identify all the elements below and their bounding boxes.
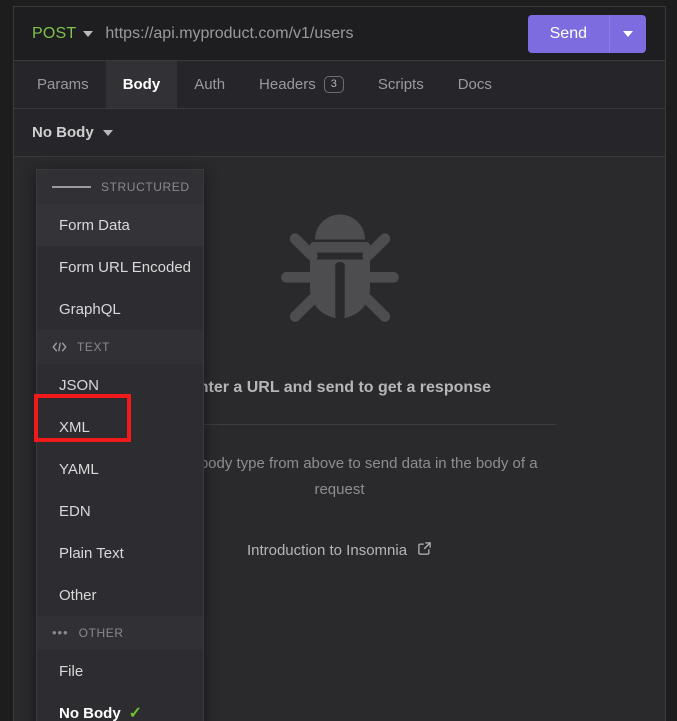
tab-label: Auth — [194, 76, 226, 93]
tab-auth[interactable]: Auth — [177, 61, 242, 108]
tab-label: Headers — [259, 76, 316, 93]
placeholder-headline: Enter a URL and send to get a response — [188, 379, 491, 396]
body-type-dropdown-menu: STRUCTURED Form Data Form URL Encoded Gr… — [36, 169, 204, 721]
tab-label: Params — [37, 76, 89, 93]
tab-docs[interactable]: Docs — [441, 61, 509, 108]
menu-item-xml[interactable]: XML — [37, 406, 203, 448]
url-bar: POST https://api.myproduct.com/v1/users … — [14, 7, 665, 61]
menu-item-file[interactable]: File — [37, 650, 203, 692]
insomnia-request-pane: POST https://api.myproduct.com/v1/users … — [13, 6, 666, 721]
url-input[interactable]: https://api.myproduct.com/v1/users — [105, 25, 527, 43]
menu-item-label: Plain Text — [59, 544, 124, 562]
tab-label: Scripts — [377, 76, 424, 93]
tab-headers[interactable]: Headers 3 — [242, 61, 361, 108]
send-options-button[interactable] — [609, 14, 646, 53]
menu-item-label: XML — [59, 418, 90, 436]
menu-item-yaml[interactable]: YAML — [37, 448, 203, 490]
send-button[interactable]: Send — [527, 14, 609, 53]
menu-section-label: TEXT — [77, 340, 111, 354]
chevron-down-icon — [623, 30, 633, 37]
menu-item-label: GraphQL — [59, 300, 121, 318]
bug-icon — [265, 202, 415, 357]
introduction-link-label: Introduction to Insomnia — [246, 542, 408, 559]
menu-section-text: TEXT — [37, 330, 203, 364]
tab-body[interactable]: Body — [105, 61, 178, 108]
tab-label: Body — [122, 76, 161, 93]
http-method-selector[interactable]: POST — [14, 24, 94, 43]
menu-item-plain-text[interactable]: Plain Text — [37, 532, 203, 574]
headers-count-badge: 3 — [323, 76, 344, 93]
ellipsis-icon: ••• — [52, 625, 69, 640]
menu-item-label: Form URL Encoded — [59, 258, 191, 276]
menu-section-structured: STRUCTURED — [37, 170, 203, 204]
external-link-icon — [417, 541, 432, 560]
request-tabs: Params Body Auth Headers 3 Scripts Docs — [14, 61, 665, 109]
checkmark-icon: ✓ — [128, 705, 143, 721]
menu-item-label: Other — [59, 586, 97, 604]
menu-item-label: No Body — [59, 704, 121, 721]
http-method-label: POST — [32, 24, 77, 42]
body-type-dropdown-trigger[interactable]: No Body — [32, 124, 113, 141]
chevron-down-icon — [102, 129, 113, 136]
menu-section-other: ••• OTHER — [37, 616, 203, 650]
menu-item-label: EDN — [59, 502, 91, 520]
body-type-label: No Body — [32, 124, 94, 141]
tab-params[interactable]: Params — [20, 61, 106, 108]
tab-scripts[interactable]: Scripts — [361, 61, 441, 108]
body-type-bar: No Body — [14, 109, 665, 157]
menu-section-label: STRUCTURED — [101, 180, 190, 194]
menu-item-label: File — [59, 662, 84, 680]
menu-item-json[interactable]: JSON — [37, 364, 203, 406]
menu-item-graphql[interactable]: GraphQL — [37, 288, 203, 330]
menu-item-no-body[interactable]: No Body ✓ — [37, 692, 203, 721]
menu-item-form-url-encoded[interactable]: Form URL Encoded — [37, 246, 203, 288]
tab-label: Docs — [457, 76, 492, 93]
chevron-down-icon — [83, 30, 94, 37]
menu-item-label: Form Data — [59, 216, 130, 234]
hamburger-icon — [52, 184, 91, 190]
menu-item-other[interactable]: Other — [37, 574, 203, 616]
code-icon — [52, 341, 67, 353]
menu-item-label: JSON — [59, 376, 100, 394]
send-group: Send — [527, 14, 646, 53]
menu-section-label: OTHER — [78, 626, 124, 640]
introduction-link[interactable]: Introduction to Insomnia — [247, 541, 432, 560]
menu-item-label: YAML — [59, 460, 99, 478]
menu-item-form-data[interactable]: Form Data — [37, 204, 203, 246]
menu-item-edn[interactable]: EDN — [37, 490, 203, 532]
